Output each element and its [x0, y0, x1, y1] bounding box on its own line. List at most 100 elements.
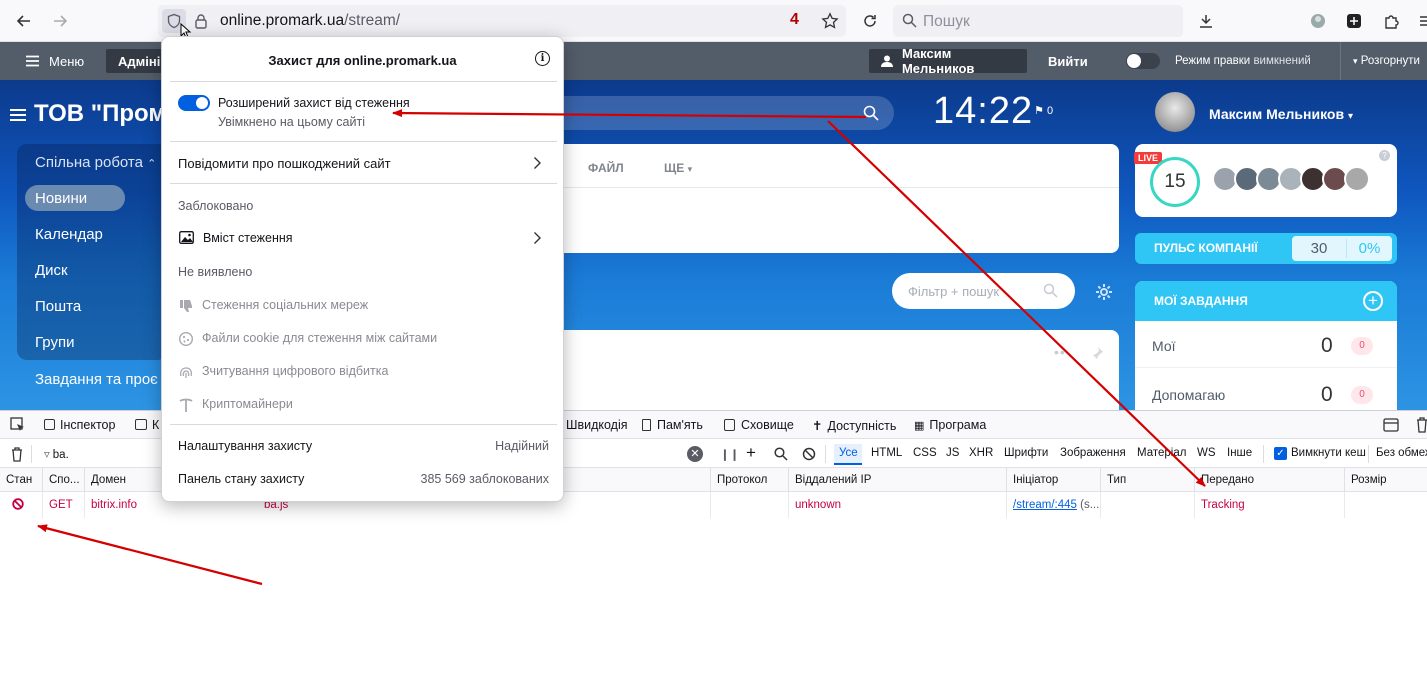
- trash-icon[interactable]: [1416, 417, 1427, 433]
- row-type: [1100, 492, 1194, 518]
- expand-button[interactable]: ▾ Розгорнути: [1353, 55, 1420, 67]
- divider: [520, 187, 1119, 188]
- nav-item-disk[interactable]: Диск: [35, 262, 68, 279]
- reload-button[interactable]: [856, 7, 884, 35]
- expand-label: Розгорнути: [1360, 55, 1420, 67]
- menu-button[interactable]: Меню: [26, 49, 84, 73]
- col-initiator[interactable]: Ініціатор: [1006, 468, 1100, 492]
- url-bar[interactable]: online.promark.ua/stream/ 4: [158, 5, 846, 39]
- type-filter-html[interactable]: HTML: [871, 447, 902, 459]
- tab-file[interactable]: ФАЙЛ: [588, 161, 624, 175]
- image-icon: [179, 231, 194, 244]
- add-icon[interactable]: +: [746, 443, 756, 463]
- add-task-button[interactable]: +: [1363, 291, 1383, 311]
- portal-search[interactable]: [520, 96, 894, 130]
- disable-cache-checkbox[interactable]: ✓: [1274, 447, 1287, 460]
- more-icon[interactable]: ••: [1054, 344, 1066, 360]
- online-widget[interactable]: LIVE 15 ?: [1134, 144, 1397, 217]
- thumbs-down-icon: [180, 300, 192, 312]
- col-size[interactable]: Розмір: [1344, 468, 1427, 492]
- help-icon[interactable]: ?: [1379, 150, 1390, 161]
- extension-button-1[interactable]: [1304, 7, 1332, 35]
- profile-name[interactable]: Максим Мельников ▾: [1209, 106, 1353, 122]
- tab-console[interactable]: К: [135, 418, 159, 432]
- nav-group-collaboration[interactable]: Спільна робота ⌃: [35, 154, 156, 171]
- fingerprint-icon: [180, 367, 192, 378]
- pin-icon[interactable]: [1090, 346, 1104, 360]
- info-icon[interactable]: i: [535, 51, 550, 66]
- nav-item-calendar[interactable]: Календар: [35, 226, 103, 243]
- clock: 14:22: [933, 90, 1034, 132]
- admin-tab[interactable]: Адміні: [106, 49, 166, 73]
- app-menu-button[interactable]: [1412, 7, 1427, 35]
- type-filter-css[interactable]: CSS: [913, 447, 937, 459]
- menu-label: Меню: [49, 53, 85, 69]
- clear-filter-icon[interactable]: ✕: [687, 446, 703, 462]
- task-row-label[interactable]: Мої: [1152, 338, 1176, 354]
- report-broken-site-button[interactable]: Повідомити про пошкоджений сайт: [170, 147, 557, 179]
- chevron-down-icon: ▾: [1347, 111, 1353, 122]
- forward-button[interactable]: [46, 7, 74, 35]
- user-button[interactable]: Максим Мельников: [869, 46, 1027, 76]
- nav-item-news[interactable]: Новини: [35, 190, 87, 207]
- col-status[interactable]: Стан: [0, 468, 42, 492]
- tab-inspector[interactable]: Інспектор: [44, 418, 115, 432]
- type-filter-ws[interactable]: WS: [1197, 447, 1216, 459]
- tab-application[interactable]: ▦ Програма: [914, 418, 986, 432]
- chevron-down-icon: ▾: [687, 164, 693, 174]
- flag-counter[interactable]: ⚑ 0: [1034, 104, 1053, 117]
- avatar[interactable]: [1155, 92, 1195, 132]
- block-icon[interactable]: [802, 447, 816, 461]
- type-filter-fonts[interactable]: Шрифти: [1004, 447, 1048, 459]
- type-filter-all[interactable]: Усе: [834, 444, 862, 465]
- row-initiator[interactable]: /stream/:445 (s...: [1006, 492, 1100, 518]
- type-filter-xhr[interactable]: XHR: [969, 447, 993, 459]
- col-transferred[interactable]: Передано: [1194, 468, 1344, 492]
- type-filter-images[interactable]: Зображення: [1060, 447, 1126, 459]
- type-filter-media[interactable]: Матеріал: [1137, 447, 1186, 459]
- etp-toggle[interactable]: [178, 95, 210, 111]
- dock-icon[interactable]: [1383, 417, 1399, 433]
- annotation-number: 4: [790, 11, 799, 28]
- tab-storage[interactable]: Сховище: [724, 418, 794, 432]
- bookmark-star-icon[interactable]: [821, 12, 839, 30]
- back-arrow-icon: [16, 15, 30, 27]
- downloads-button[interactable]: [1192, 7, 1220, 35]
- nav-item-mail[interactable]: Пошта: [35, 298, 81, 315]
- url-filter-input[interactable]: ▿ ba.: [44, 447, 69, 461]
- pause-icon[interactable]: ❙❙: [720, 447, 739, 461]
- dashboard-label: Панель стану захисту: [178, 472, 305, 486]
- protection-settings-button[interactable]: Налаштування захисту Надійний: [170, 431, 557, 461]
- tab-performance[interactable]: Швидкодія: [566, 418, 628, 432]
- pulse-percent: 0%: [1358, 240, 1381, 257]
- tab-memory[interactable]: Пам'ять: [642, 418, 703, 432]
- tab-more[interactable]: ЩЕ ▾: [664, 161, 692, 175]
- col-protocol[interactable]: Протокол: [710, 468, 790, 492]
- nav-item-tasks[interactable]: Завдання та проє: [35, 371, 158, 388]
- col-method[interactable]: Спо...: [42, 468, 84, 492]
- element-picker-icon[interactable]: [10, 417, 26, 433]
- feed-filter-input[interactable]: Фільтр + пошук: [892, 273, 1075, 309]
- throttle-select[interactable]: Без обмеж: [1376, 447, 1427, 459]
- col-type[interactable]: Тип: [1100, 468, 1194, 492]
- back-button[interactable]: [10, 7, 38, 35]
- extensions-button[interactable]: [1378, 7, 1406, 35]
- nav-item-groups[interactable]: Групи: [35, 334, 74, 351]
- gear-icon[interactable]: [1095, 283, 1113, 301]
- hamburger-icon[interactable]: [10, 108, 26, 122]
- type-filter-other[interactable]: Інше: [1227, 447, 1252, 459]
- protection-dashboard-button[interactable]: Панель стану захисту 385 569 заблоковани…: [170, 464, 557, 494]
- search-bar[interactable]: Пошук: [893, 5, 1183, 37]
- extension-button-2[interactable]: [1340, 7, 1368, 35]
- tracking-content-button[interactable]: Вміст стеження: [170, 223, 557, 253]
- company-pulse[interactable]: ПУЛЬС КОМПАНІЇ 30 0%: [1135, 233, 1397, 264]
- tab-accessibility[interactable]: ✝ Доступність: [812, 418, 896, 433]
- col-remote-ip[interactable]: Віддалений IP: [788, 468, 1006, 492]
- edit-mode-toggle[interactable]: [1126, 53, 1160, 69]
- not-found-item-fingerprint: Зчитування цифрового відбитка: [202, 364, 389, 378]
- trash-icon[interactable]: [11, 447, 23, 462]
- search-icon[interactable]: [774, 447, 788, 461]
- logout-button[interactable]: Вийти: [1048, 49, 1088, 73]
- task-row-label[interactable]: Допомагаю: [1152, 387, 1225, 403]
- type-filter-js[interactable]: JS: [946, 447, 959, 459]
